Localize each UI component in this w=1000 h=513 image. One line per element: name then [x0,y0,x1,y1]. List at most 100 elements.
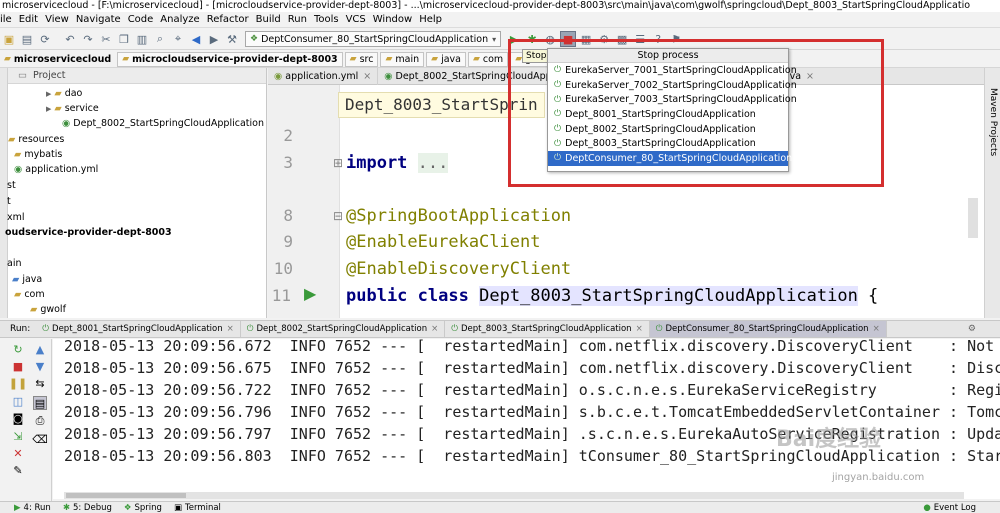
run-tab[interactable]: ⏻ Dept_8001_StartSpringCloudApplication × [36,321,241,337]
tree-item-mybatis[interactable]: ▰ mybatis [14,149,62,160]
run-tab[interactable]: ⏻ Dept_8002_StartSpringCloudApplication × [241,321,446,337]
close-icon[interactable]: ✕ [11,446,25,460]
tab-application-yml[interactable]: ◉ application.yml × [268,68,379,85]
pin-icon[interactable]: ✎ [11,463,25,477]
clear-icon[interactable]: ⌫ [32,432,48,446]
tree-item-dept-8002-class[interactable]: ◉ Dept_8002_StartSpringCloudApplication [62,118,264,129]
menu-file[interactable]: ile [0,14,12,25]
menu-run[interactable]: Run [288,14,307,25]
left-tool-strip[interactable] [0,68,8,318]
sync-icon[interactable]: ⟳ [37,31,53,47]
menu-bar: ile Edit View Navigate Code Analyze Refa… [0,12,1000,28]
menu-view[interactable]: View [45,14,69,25]
popup-item[interactable]: ⏻ EurekaServer_7002_StartSpringCloudAppli… [548,78,797,93]
undo-icon[interactable]: ↶ [62,31,78,47]
scrollbar-thumb[interactable] [66,493,186,498]
paste-icon[interactable]: ▥ [134,31,150,47]
run-toolbar: ↻ ▲ ■ ▼ ❚❚ ⇆ ◫ ⤓ ◙ ▤ ⇲ ⎙ ✕ ⌫ ✎ [0,339,52,501]
dump-threads-icon[interactable]: ◫ [11,394,25,408]
menu-help[interactable]: Help [419,14,442,25]
find-icon[interactable]: ⌕ [152,31,168,47]
popup-item[interactable]: ⏻ EurekaServer_7001_StartSpringCloudAppli… [548,63,797,78]
menu-window[interactable]: Window [373,14,412,25]
spring-boot-icon: ⏻ [554,80,562,91]
close-icon[interactable]: × [873,324,880,334]
tree-item-service[interactable]: ▶ ▰ service [46,103,99,114]
print-icon[interactable]: ▤ [33,396,47,410]
scroll-down-icon[interactable]: ▼ [33,359,47,373]
window-title: microservicecloud - [F:\microserviceclou… [0,0,1000,12]
tree-item-resources[interactable]: ▰ resources [8,134,64,145]
breadcrumb-src[interactable]: ▰ src [344,51,379,67]
menu-analyze[interactable]: Analyze [160,14,199,25]
breadcrumb-java[interactable]: ▰ java [426,51,466,67]
menu-vcs[interactable]: VCS [346,14,366,25]
menu-build[interactable]: Build [256,14,281,25]
close-icon[interactable]: × [363,71,371,82]
tree-item-application-yml[interactable]: ◉ application.yml [14,164,98,175]
popup-item[interactable]: ⏻ Dept_8003_StartSpringCloudApplication [548,136,788,151]
stop-icon[interactable]: ■ [11,359,25,373]
tree-item-dao[interactable]: ▶ ▰ dao [46,88,82,99]
tree-item-test[interactable]: st [7,180,16,191]
run-tab[interactable]: ⏻ Dept_8003_StartSpringCloudApplication × [445,321,650,337]
editor-scrollbar[interactable] [968,198,978,238]
menu-code[interactable]: Code [128,14,154,25]
soft-wrap-icon[interactable]: ⇆ [33,376,47,390]
breadcrumb-project[interactable]: ▰ microservicecloud [0,52,115,67]
status-event-log[interactable]: ● Event Log [923,503,976,513]
open-folder-icon[interactable]: ▣ [1,31,17,47]
menu-refactor[interactable]: Refactor [207,14,249,25]
menu-tools[interactable]: Tools [314,14,339,25]
rerun-icon[interactable]: ↻ [11,342,25,356]
close-icon[interactable]: × [227,324,234,334]
hammer-icon[interactable]: ⚒ [224,31,240,47]
tree-item-target[interactable]: t [7,196,11,207]
run-config-select[interactable]: ❖ DeptConsumer_80_StartSpringCloudApplic… [245,31,502,47]
tree-item-java[interactable]: ▰ java [12,274,42,285]
status-spring[interactable]: ❖ Spring [124,503,162,513]
forward-icon[interactable]: ▶ [206,31,222,47]
close-icon[interactable]: × [636,324,643,334]
scroll-up-icon[interactable]: ▲ [33,342,47,356]
project-panel-header[interactable]: ▭ Project [8,68,266,84]
popup-item[interactable]: ⏻ Dept_8002_StartSpringCloudApplication [548,122,788,137]
breadcrumb-main[interactable]: ▰ main [380,51,425,67]
popup-item[interactable]: ⏻ EurekaServer_7003_StartSpringCloudAppli… [548,92,797,107]
breadcrumb-module[interactable]: ▰ microcloudservice-provider-dept-8003 [117,51,343,67]
camera-icon[interactable]: ◙ [11,411,25,425]
menu-edit[interactable]: Edit [19,14,38,25]
run-tab-active[interactable]: ⏻ DeptConsumer_80_StartSpringCloudApplica… [649,321,887,337]
restore-layout-icon[interactable]: ⇲ [11,429,25,443]
run-gutter-icon[interactable]: ▶ [304,284,316,303]
settings-icon[interactable]: ⚙ [968,324,976,334]
cut-icon[interactable]: ✂ [98,31,114,47]
maven-projects-tab[interactable]: Maven Projects [988,88,998,156]
tree-item-gwolf[interactable]: ▰ gwolf [30,304,66,315]
fold-plus-icon[interactable]: ⊞ [333,156,343,170]
yaml-file-icon: ◉ [274,70,283,82]
popup-item[interactable]: ⏻ Dept_8001_StartSpringCloudApplication [548,107,788,122]
tree-item-main[interactable]: ain [7,258,21,269]
close-icon[interactable]: × [431,324,438,334]
tree-item-module-8003[interactable]: oudservice-provider-dept-8003 [5,227,172,238]
menu-navigate[interactable]: Navigate [76,14,121,25]
horizontal-scrollbar[interactable] [64,492,964,499]
tree-item-pom-xml[interactable]: xml [7,212,25,223]
print-icon[interactable]: ⎙ [33,414,47,428]
replace-icon[interactable]: ⌖ [170,31,186,47]
tree-item-com[interactable]: ▰ com [14,289,45,300]
copy-icon[interactable]: ❐ [116,31,132,47]
redo-icon[interactable]: ↷ [80,31,96,47]
status-run[interactable]: ▶ 4: Run [14,503,51,513]
breadcrumb-com[interactable]: ▰ com [467,51,509,67]
popup-item-selected[interactable]: ⏻ DeptConsumer_80_StartSpringCloudApplica… [548,151,792,166]
status-terminal[interactable]: ▣ Terminal [174,503,221,513]
right-tool-strip[interactable]: Maven Projects [984,68,1000,318]
pause-icon[interactable]: ❚❚ [9,376,27,390]
folder-icon: ▰ [30,304,38,315]
back-icon[interactable]: ◀ [188,31,204,47]
save-icon[interactable]: ▤ [19,31,35,47]
fold-minus-icon[interactable]: ⊟ [333,209,343,223]
status-debug[interactable]: ✱ 5: Debug [63,503,112,513]
